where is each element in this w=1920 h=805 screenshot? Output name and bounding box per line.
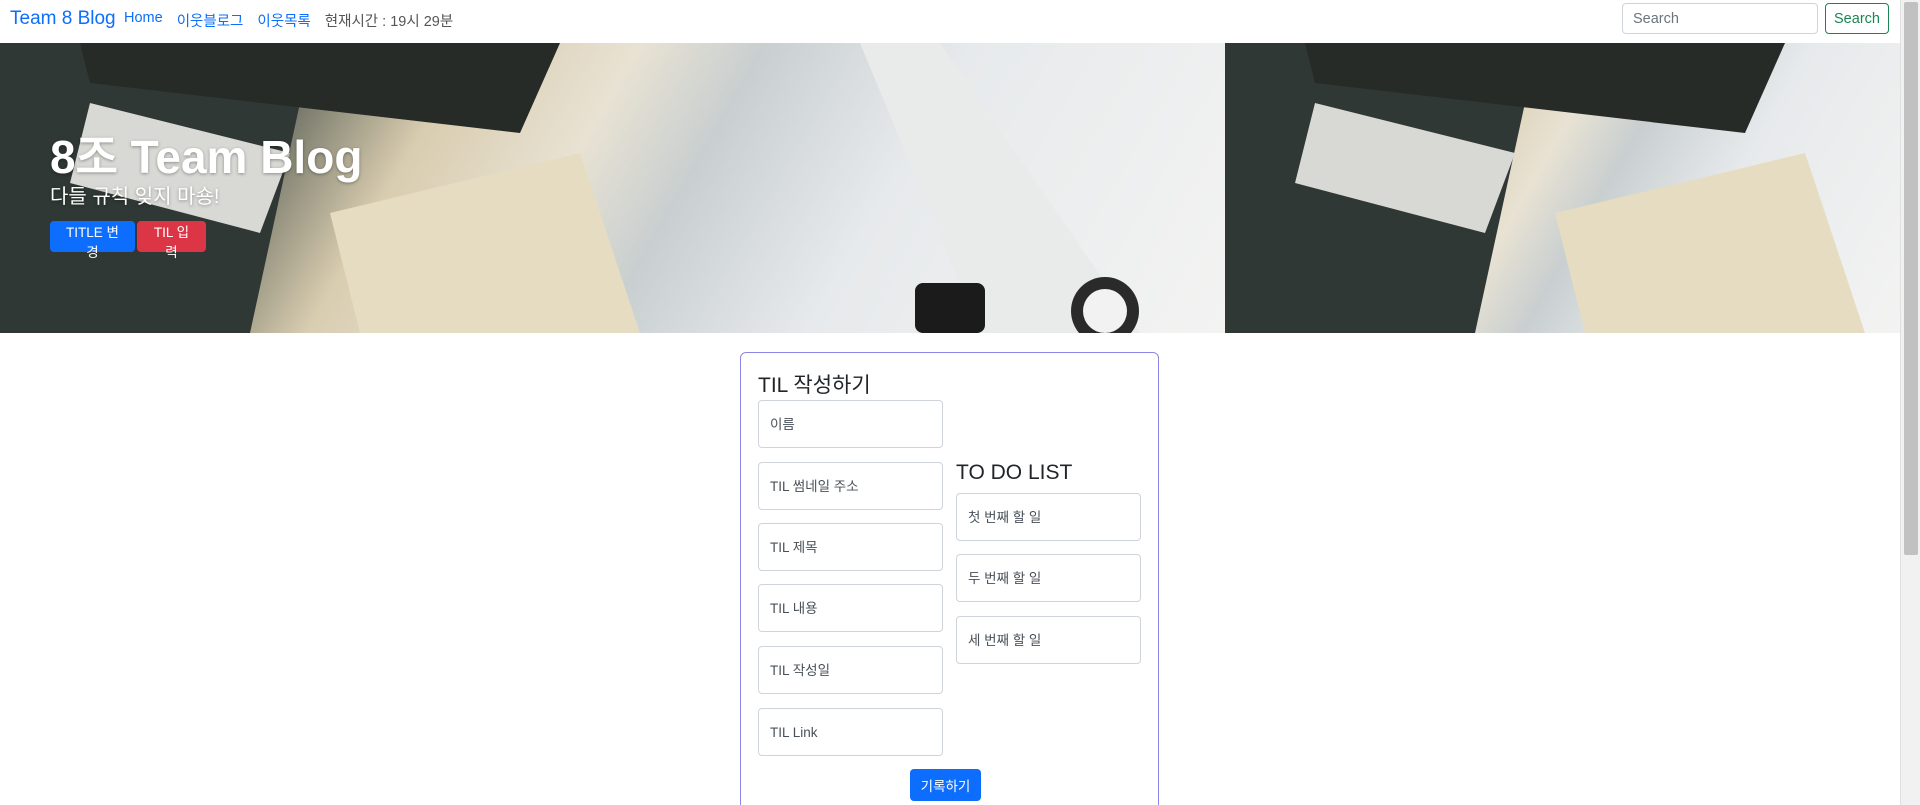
til-thumbnail-field[interactable] bbox=[758, 462, 943, 510]
page-scrollbar[interactable] bbox=[1900, 0, 1920, 805]
til-title-field[interactable] bbox=[758, 523, 943, 571]
nav-neighbor-blog-link[interactable]: 이웃블로그 bbox=[177, 10, 244, 31]
todo-list-title: TO DO LIST bbox=[956, 461, 1073, 484]
scrollbar-thumb[interactable] bbox=[1904, 2, 1918, 555]
title-change-button[interactable]: TITLE 변경 bbox=[50, 221, 135, 260]
hero-title: 8조 Team Blog bbox=[50, 131, 363, 183]
name-field[interactable] bbox=[758, 400, 943, 448]
til-content-field[interactable] bbox=[758, 584, 943, 632]
hero-background-image-repeat bbox=[1225, 43, 1900, 333]
hero-banner: 8조 Team Blog 다들 규칙 잊지 마숑! TITLE 변경 TIL 입… bbox=[0, 43, 1900, 333]
nav-neighbor-list-link[interactable]: 이웃목록 bbox=[257, 10, 310, 31]
hero-subtitle: 다들 규칙 잊지 마숑! bbox=[50, 186, 220, 208]
record-submit-button[interactable]: 기록하기 bbox=[910, 769, 981, 801]
current-time-text: 현재시간 : 19시 29분 bbox=[324, 14, 454, 30]
brand-link[interactable]: Team 8 Blog bbox=[10, 8, 116, 30]
search-input[interactable] bbox=[1622, 3, 1818, 34]
nav-home-link[interactable]: Home bbox=[124, 10, 163, 31]
til-input-button[interactable]: TIL 입력 bbox=[137, 221, 206, 260]
til-link-field[interactable] bbox=[758, 708, 943, 756]
todo-second-field[interactable] bbox=[956, 554, 1141, 602]
search-button[interactable]: Search bbox=[1825, 3, 1889, 34]
til-date-field[interactable] bbox=[758, 646, 943, 694]
todo-first-field[interactable] bbox=[956, 493, 1141, 541]
nav-links: Home 이웃블로그 이웃목록 현재시간 : 19시 29분 bbox=[124, 10, 453, 31]
top-navbar: Team 8 Blog Home 이웃블로그 이웃목록 현재시간 : 19시 2… bbox=[0, 0, 1900, 43]
todo-third-field[interactable] bbox=[956, 616, 1141, 664]
til-form-card: TIL 작성하기 TO DO LIST 기록하기 bbox=[740, 352, 1159, 805]
hero-photo-shapes-repeat bbox=[1225, 43, 1865, 333]
til-form-title: TIL 작성하기 bbox=[758, 374, 871, 397]
